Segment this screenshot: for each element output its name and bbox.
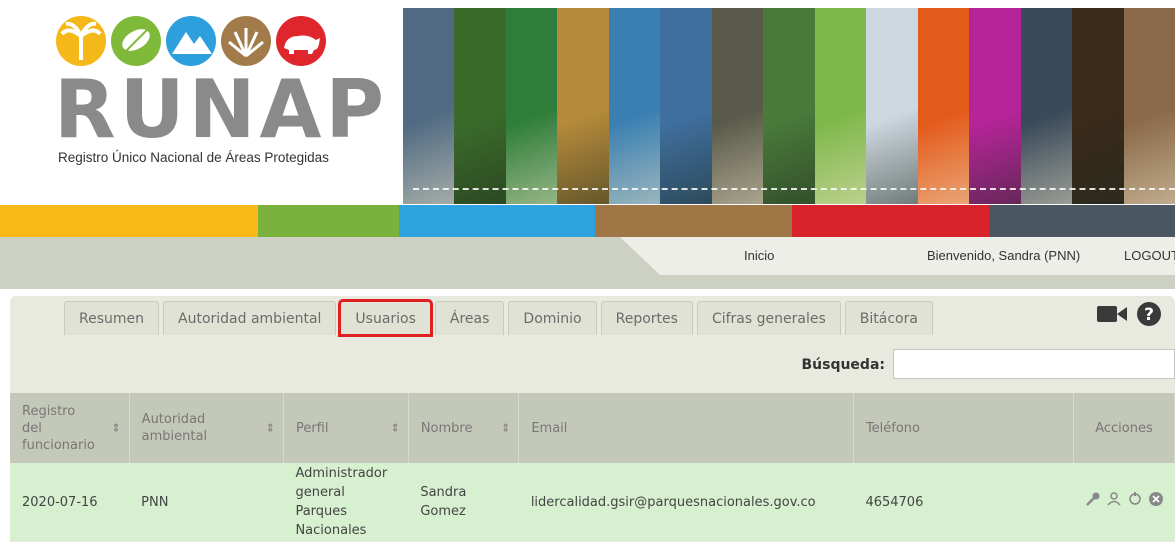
color-bar-segment: [595, 205, 792, 237]
banner-strip: [403, 8, 455, 204]
grass-icon: [221, 16, 271, 66]
banner-strip: [763, 8, 815, 204]
color-bar-segment: [399, 205, 595, 237]
color-bar-segment: [792, 205, 989, 237]
header-registro[interactable]: Registro del funcionario ⇕: [10, 393, 130, 463]
header-banner: [403, 8, 1175, 204]
cell-acciones: [1073, 463, 1175, 541]
cell-registro: 2020-07-16: [10, 463, 130, 541]
header-autoridad-label: Autoridad ambiental: [141, 412, 208, 444]
color-bar-segment: [0, 205, 258, 237]
refresh-icon[interactable]: [1128, 492, 1142, 512]
search-label: Búsqueda:: [801, 357, 885, 373]
cell-perfil: Administrador general Parques Nacionales: [283, 463, 409, 541]
tab-cifras-generales[interactable]: Cifras generales: [696, 301, 841, 335]
banner-strip: [557, 8, 609, 204]
banner-strip: [1123, 8, 1175, 204]
welcome-text: Bienvenido, Sandra (PNN): [927, 248, 1081, 263]
palm-tree-icon: [56, 16, 106, 66]
color-bar-segment: [989, 205, 1175, 237]
logo-subtitle: Registro Único Nacional de Áreas Protegi…: [58, 150, 329, 165]
header-telefono-label: Teléfono: [865, 420, 921, 436]
search-input[interactable]: [893, 349, 1175, 379]
banner-strip: [711, 8, 764, 204]
header-email: Email: [518, 393, 854, 463]
header-registro-label: Registro del funcionario: [22, 403, 95, 453]
leaf-icon: [111, 16, 161, 66]
banner-strip: [1072, 8, 1124, 204]
banner-strip: [969, 8, 1021, 204]
tab-bitacora[interactable]: Bitácora: [844, 301, 933, 335]
cell-autoridad: PNN: [129, 463, 284, 541]
bear-icon: [276, 16, 326, 66]
main-tabs: Resumen Autoridad ambiental Usuarios Áre…: [64, 299, 933, 337]
color-bar: [0, 205, 1175, 237]
toolbar-icons: ?: [1097, 302, 1161, 331]
sort-icon: ⇕: [111, 421, 121, 435]
sort-icon: ⇕: [265, 421, 275, 435]
video-camera-icon[interactable]: [1097, 304, 1127, 329]
header-perfil[interactable]: Perfil ⇕: [283, 393, 409, 463]
search-row: Búsqueda:: [10, 340, 1175, 392]
cell-email: lidercalidad.gsir@parquesnacionales.gov.…: [518, 463, 854, 541]
logo-wordmark: RUNAP: [54, 63, 389, 156]
header-nombre[interactable]: Nombre ⇕: [408, 393, 520, 463]
runap-logo[interactable]: RUNAP Registro Único Nacional de Áreas P…: [0, 0, 400, 205]
delete-icon[interactable]: [1148, 492, 1163, 512]
tab-resumen[interactable]: Resumen: [64, 301, 160, 335]
key-icon[interactable]: [1085, 492, 1100, 512]
header-nombre-label: Nombre: [420, 420, 473, 436]
header-acciones-label: Acciones: [1095, 420, 1153, 436]
header-email-label: Email: [531, 420, 568, 436]
tab-reportes[interactable]: Reportes: [600, 301, 693, 335]
banner-strip: [1020, 8, 1073, 204]
tab-autoridad-ambiental[interactable]: Autoridad ambiental: [163, 301, 337, 335]
top-nav-tab: [620, 237, 1175, 275]
tab-usuarios[interactable]: Usuarios: [338, 299, 433, 337]
banner-strip: [866, 8, 918, 204]
tab-dominio[interactable]: Dominio: [508, 301, 597, 335]
top-navigation: Inicio Bienvenido, Sandra (PNN) LOGOUT: [0, 237, 1175, 289]
header-acciones: Acciones: [1073, 393, 1175, 463]
banner-strip: [454, 8, 506, 204]
sort-icon: ⇕: [390, 421, 400, 435]
cell-nombre: Sandra Gomez: [408, 463, 519, 541]
header-autoridad[interactable]: Autoridad ambiental ⇕: [129, 393, 284, 463]
cell-telefono: 4654706: [853, 463, 1074, 541]
mountain-icon: [166, 16, 216, 66]
users-table: Registro del funcionario ⇕ Autoridad ambi…: [10, 393, 1175, 541]
banner-dashed-line: [413, 188, 1175, 190]
table-row: 2020-07-16 PNN Administrador general Par…: [10, 463, 1175, 541]
header-perfil-label: Perfil: [295, 420, 329, 436]
help-icon[interactable]: ?: [1137, 302, 1161, 331]
color-bar-segment: [258, 205, 399, 237]
row-actions: [1085, 492, 1163, 512]
banner-strip: [608, 8, 661, 204]
svg-text:?: ?: [1144, 305, 1154, 325]
home-link[interactable]: Inicio: [744, 248, 774, 263]
user-icon[interactable]: [1106, 492, 1121, 512]
logo-circles: [56, 16, 326, 66]
banner-strip: [660, 8, 712, 204]
logout-link[interactable]: LOGOUT: [1124, 248, 1175, 263]
header-telefono: Teléfono: [853, 393, 1075, 463]
banner-strip: [814, 8, 867, 204]
tab-areas[interactable]: Áreas: [434, 301, 505, 335]
sort-icon: ⇕: [501, 421, 511, 435]
banner-strip: [505, 8, 558, 204]
banner-strip: [917, 8, 970, 204]
table-header-row: Registro del funcionario ⇕ Autoridad ambi…: [10, 393, 1175, 463]
